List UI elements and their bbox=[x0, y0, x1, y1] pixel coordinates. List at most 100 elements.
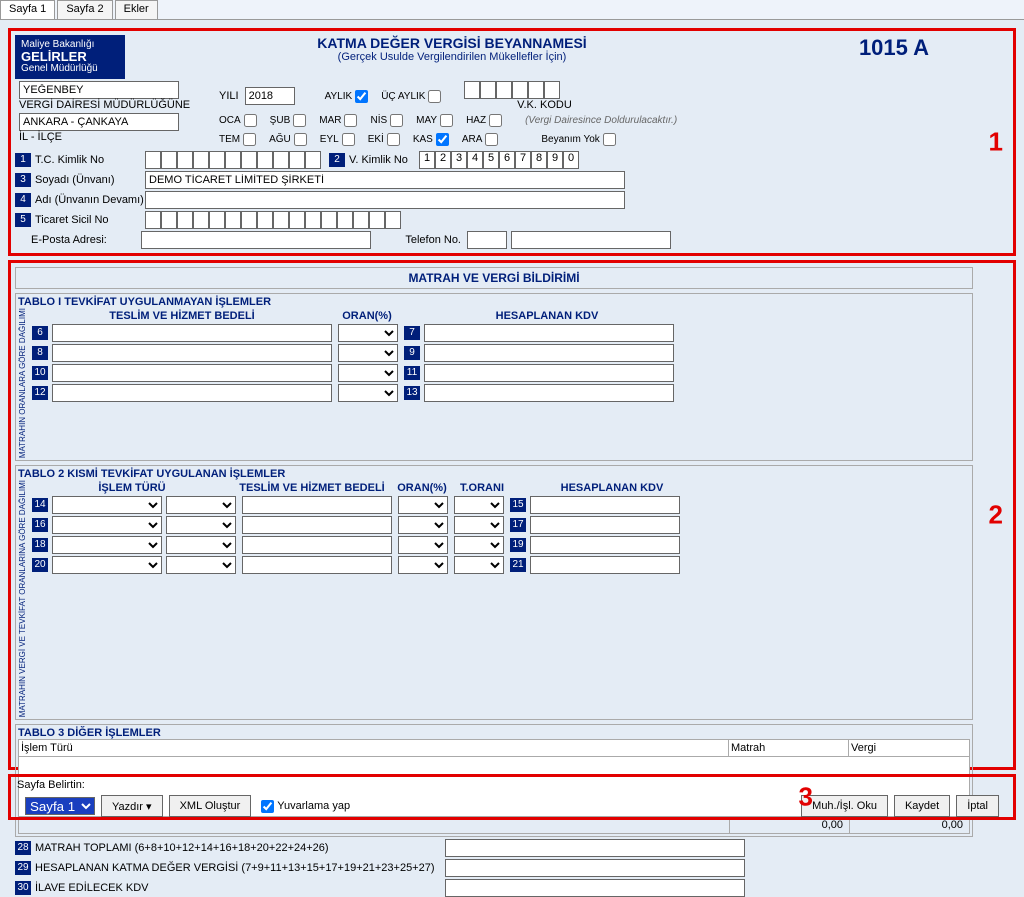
t1-kdv-9[interactable] bbox=[424, 344, 674, 362]
aylik-label: AYLIK bbox=[325, 87, 372, 106]
telefon-input[interactable] bbox=[511, 231, 671, 249]
vergi-dairesi-label: VERGİ DAİRESİ MÜDÜRLÜĞÜNE bbox=[19, 99, 219, 111]
tablo1-title: TABLO I TEVKİFAT UYGULANMAYAN İŞLEMLER bbox=[18, 296, 970, 308]
yazdir-button[interactable]: Yazdır ▾ bbox=[101, 795, 163, 817]
xml-button[interactable]: XML Oluştur bbox=[169, 795, 252, 817]
yuvarlama-check[interactable]: Yuvarlama yap bbox=[257, 797, 350, 816]
t2-badge-l: 16 bbox=[32, 518, 48, 532]
t1-oran-8[interactable] bbox=[338, 344, 398, 362]
sicil-boxes[interactable] bbox=[145, 211, 401, 229]
iptal-button[interactable]: İptal bbox=[956, 795, 999, 817]
t1-kdv-7[interactable] bbox=[424, 324, 674, 342]
m-mar-cb[interactable] bbox=[344, 114, 357, 127]
badge-29: 29 bbox=[15, 861, 31, 875]
m-haz-cb[interactable] bbox=[489, 114, 502, 127]
sayfa-select[interactable]: Sayfa 1 bbox=[25, 797, 95, 815]
t2-toran-14[interactable] bbox=[454, 496, 504, 514]
t2-islem2-14[interactable] bbox=[166, 496, 236, 514]
t2-bedel-20[interactable] bbox=[242, 556, 392, 574]
t2-badge-r: 21 bbox=[510, 558, 526, 572]
t2-toran-18[interactable] bbox=[454, 536, 504, 554]
badge-28: 28 bbox=[15, 841, 31, 855]
uc-aylik-check[interactable] bbox=[428, 90, 441, 103]
il-ilce-input[interactable] bbox=[19, 113, 179, 131]
t2-bedel-18[interactable] bbox=[242, 536, 392, 554]
f30-input[interactable] bbox=[445, 879, 745, 897]
t1-oran-10[interactable] bbox=[338, 364, 398, 382]
t1-oran-12[interactable] bbox=[338, 384, 398, 402]
t2-kdv-21[interactable] bbox=[530, 556, 680, 574]
t2-toran-20[interactable] bbox=[454, 556, 504, 574]
t1-bedel-8[interactable] bbox=[52, 344, 332, 362]
t2-oran-16[interactable] bbox=[398, 516, 448, 534]
muh-button[interactable]: Muh./İşl. Oku bbox=[801, 795, 888, 817]
t2-islem1-16[interactable] bbox=[52, 516, 162, 534]
m-may-cb[interactable] bbox=[440, 114, 453, 127]
t1-badge-l: 10 bbox=[32, 366, 48, 380]
yili-input[interactable] bbox=[245, 87, 295, 105]
t2-kdv-15[interactable] bbox=[530, 496, 680, 514]
tab-sayfa1[interactable]: Sayfa 1 bbox=[0, 0, 55, 19]
f28-input[interactable] bbox=[445, 839, 745, 857]
vergi-dairesi-input[interactable] bbox=[19, 81, 179, 99]
ministry-logo: Maliye Bakanlığı GELİRLER Genel Müdürlüğ… bbox=[15, 35, 125, 79]
m-nis: NİS bbox=[370, 115, 387, 126]
t1-c2: ORAN(%) bbox=[332, 310, 402, 322]
t2-bedel-14[interactable] bbox=[242, 496, 392, 514]
aylik-check[interactable] bbox=[355, 90, 368, 103]
telefon-kod-input[interactable] bbox=[467, 231, 507, 249]
t1-oran-6[interactable] bbox=[338, 324, 398, 342]
tab-sayfa2[interactable]: Sayfa 2 bbox=[57, 0, 112, 19]
t1-bedel-10[interactable] bbox=[52, 364, 332, 382]
m-eyl-cb[interactable] bbox=[342, 133, 355, 146]
t2-islem2-16[interactable] bbox=[166, 516, 236, 534]
t2-c2: TESLİM VE HİZMET BEDELİ bbox=[232, 482, 392, 494]
tc-kimlik-boxes[interactable] bbox=[145, 151, 321, 169]
m-sub-cb[interactable] bbox=[293, 114, 306, 127]
m-nis-cb[interactable] bbox=[390, 114, 403, 127]
t2-kdv-19[interactable] bbox=[530, 536, 680, 554]
t2-islem1-14[interactable] bbox=[52, 496, 162, 514]
annotation-3: 3 bbox=[799, 782, 813, 813]
t1-bedel-6[interactable] bbox=[52, 324, 332, 342]
eposta-label: E-Posta Adresi: bbox=[31, 234, 141, 246]
m-oca-cb[interactable] bbox=[244, 114, 257, 127]
beyanim-yok-cb[interactable] bbox=[603, 133, 616, 146]
tc-kimlik-label: T.C. Kimlik No bbox=[35, 154, 145, 166]
t2-toran-16[interactable] bbox=[454, 516, 504, 534]
f29-label: HESAPLANAN KATMA DEĞER VERGİSİ (7+9+11+1… bbox=[35, 862, 445, 874]
t2-bedel-16[interactable] bbox=[242, 516, 392, 534]
sicil-label: Ticaret Sicil No bbox=[35, 214, 145, 226]
t2-oran-18[interactable] bbox=[398, 536, 448, 554]
f29-input[interactable] bbox=[445, 859, 745, 877]
t1-bedel-12[interactable] bbox=[52, 384, 332, 402]
t2-badge-r: 17 bbox=[510, 518, 526, 532]
t2-oran-14[interactable] bbox=[398, 496, 448, 514]
tab-ekler[interactable]: Ekler bbox=[115, 0, 158, 19]
t2-islem1-18[interactable] bbox=[52, 536, 162, 554]
tablo1: TABLO I TEVKİFAT UYGULANMAYAN İŞLEMLER M… bbox=[15, 293, 973, 461]
eposta-input[interactable] bbox=[141, 231, 371, 249]
m-ara-cb[interactable] bbox=[485, 133, 498, 146]
soyadi-input[interactable] bbox=[145, 171, 625, 189]
t2-kdv-17[interactable] bbox=[530, 516, 680, 534]
m-tem: TEM bbox=[219, 134, 240, 145]
tab-bar: Sayfa 1 Sayfa 2 Ekler bbox=[0, 0, 1024, 20]
t2-islem2-20[interactable] bbox=[166, 556, 236, 574]
m-agu-cb[interactable] bbox=[294, 133, 307, 146]
f28-label: MATRAH TOPLAMI (6+8+10+12+14+16+18+20+22… bbox=[35, 842, 445, 854]
t1-kdv-11[interactable] bbox=[424, 364, 674, 382]
m-eki-cb[interactable] bbox=[387, 133, 400, 146]
adi-input[interactable] bbox=[145, 191, 625, 209]
kaydet-button[interactable]: Kaydet bbox=[894, 795, 950, 817]
t2-islem1-20[interactable] bbox=[52, 556, 162, 574]
t1-badge-r: 11 bbox=[404, 366, 420, 380]
m-kas-cb[interactable] bbox=[436, 133, 449, 146]
m-tem-cb[interactable] bbox=[243, 133, 256, 146]
t1-kdv-13[interactable] bbox=[424, 384, 674, 402]
v-kimlik-boxes[interactable]: 1234567890 bbox=[419, 151, 579, 169]
t2-islem2-18[interactable] bbox=[166, 536, 236, 554]
form-title: KATMA DEĞER VERGİSİ BEYANNAMESİ bbox=[125, 35, 779, 51]
t2-oran-20[interactable] bbox=[398, 556, 448, 574]
t2-badge-r: 19 bbox=[510, 538, 526, 552]
